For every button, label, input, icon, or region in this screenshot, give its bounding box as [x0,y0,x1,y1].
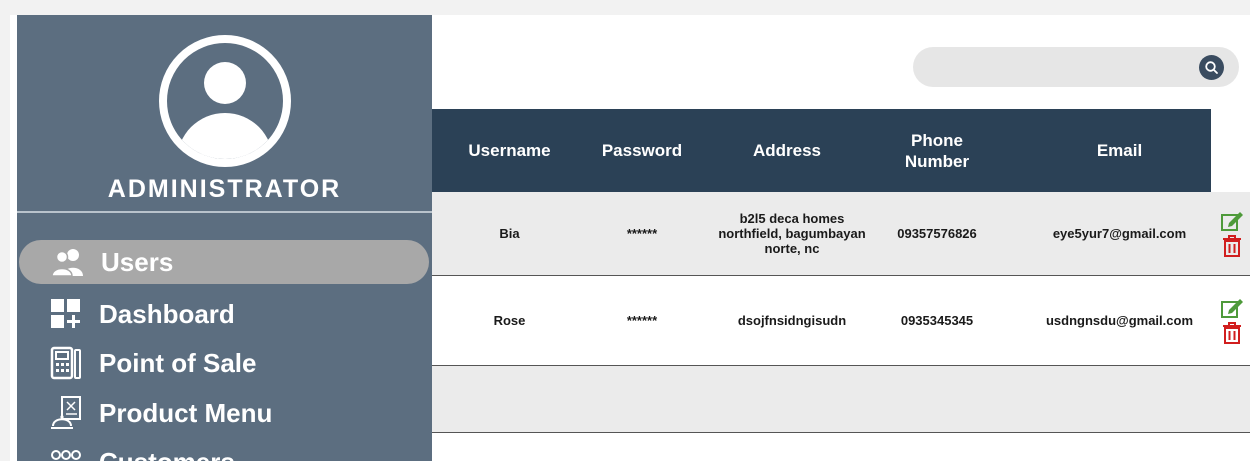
role-title: ADMINISTRATOR [107,175,342,203]
edit-icon[interactable] [1220,210,1244,232]
sidebar-item-customers[interactable]: Customers [17,440,432,461]
sidebar: ADMINISTRATOR Users Dashboard Point of S… [17,15,432,461]
sidebar-item-point-of-sale[interactable]: Point of Sale [17,341,432,385]
sidebar-item-label: Point of Sale [99,347,257,378]
avatar-body [177,113,273,159]
sidebar-item-label: Customers [99,447,235,461]
column-header-address: Address [752,141,822,160]
product-menu-icon [47,395,85,431]
cell-email: eye5yur7@gmail.com [1052,226,1187,241]
table-header: Username Password Address Phone Number E… [432,109,1211,192]
cell-password: ****** [626,226,658,241]
search-icon[interactable] [1199,55,1224,80]
page: ADMINISTRATOR Users Dashboard Point of S… [10,15,1250,461]
search-input[interactable] [929,47,1183,89]
column-header-phone-number: Phone Number [904,130,970,171]
table-row: Bia ****** b2l5 deca homes northfield, b… [432,192,1250,276]
row-actions [1217,192,1247,275]
pos-icon [47,345,85,381]
cell-username: Rose [493,313,526,328]
table-row-empty [432,366,1250,433]
sidebar-divider [17,211,432,213]
sidebar-item-label: Product Menu [99,397,273,428]
cell-username: Bia [499,226,520,241]
row-actions [1217,276,1247,365]
cell-password: ****** [626,313,658,328]
cell-phone: 0935345345 [900,313,974,328]
search-bar [913,47,1239,89]
customers-icon [47,444,85,461]
cell-phone: 09357576826 [897,226,977,241]
sidebar-item-label: Dashboard [99,298,235,329]
cell-address: b2l5 deca homes northfield, bagumbayan n… [718,211,866,256]
sidebar-item-product-menu[interactable]: Product Menu [17,391,432,435]
table-row: Rose ****** dsojfnsidngisudn 0935345345 … [432,276,1250,366]
trash-icon[interactable] [1222,234,1242,258]
users-icon [49,244,87,280]
edit-icon[interactable] [1220,297,1244,319]
sidebar-item-dashboard[interactable]: Dashboard [17,292,432,336]
sidebar-item-users[interactable]: Users [19,240,429,284]
trash-icon[interactable] [1222,321,1242,345]
avatar [159,35,291,167]
avatar-head [204,62,246,104]
column-header-email: Email [1096,141,1143,160]
column-header-password: Password [601,141,683,160]
cell-email: usdngnsdu@gmail.com [1045,313,1194,328]
dashboard-icon [47,296,85,332]
sidebar-item-label: Users [101,246,174,277]
cell-address: dsojfnsidngisudn [737,313,847,328]
column-header-username: Username [468,141,551,160]
